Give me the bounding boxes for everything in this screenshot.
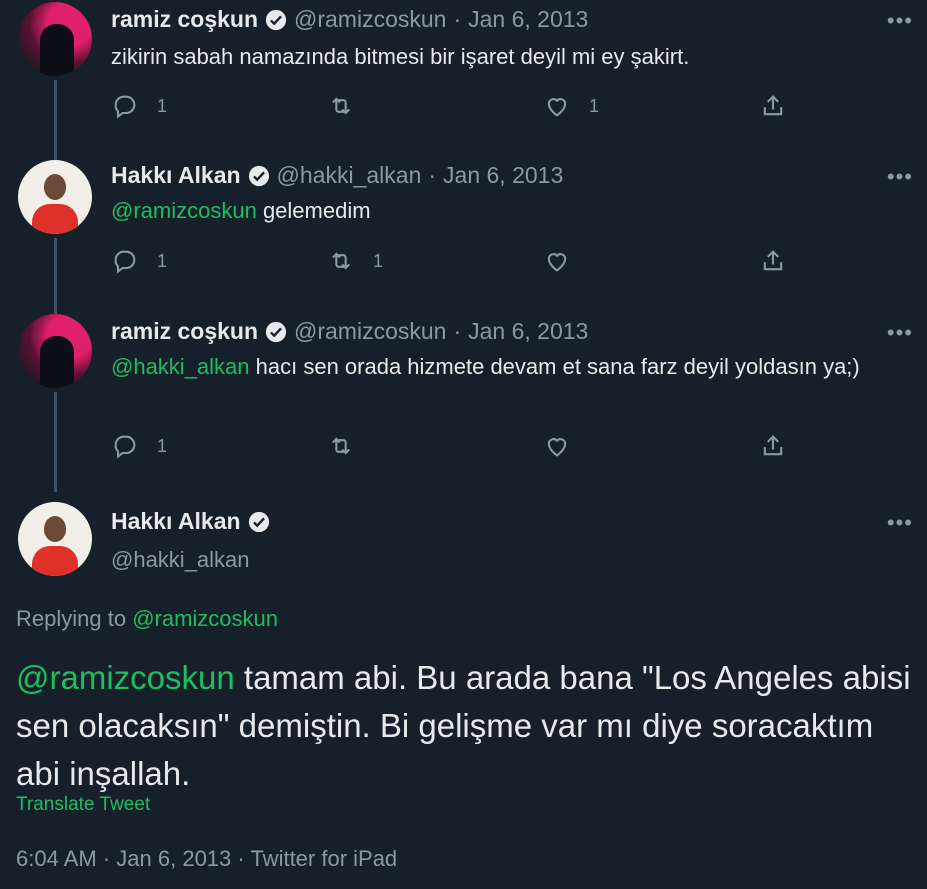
main-tweet-text: @ramizcoskun tamam abi. Bu arada bana "L…: [16, 654, 916, 798]
separator-dot: ·: [102, 846, 111, 871]
translate-tweet-link[interactable]: Translate Tweet: [16, 794, 150, 816]
separator-dot: ·: [237, 846, 245, 871]
replying-to: Replying to @ramizcoskun: [16, 606, 278, 632]
main-tweet: Hakkı Alkan @hakki_alkan ••• Replying to…: [0, 0, 927, 889]
more-options-icon[interactable]: •••: [887, 510, 913, 536]
avatar[interactable]: [18, 502, 92, 576]
mention-link[interactable]: @ramizcoskun: [16, 659, 235, 696]
author-handle[interactable]: @hakki_alkan: [111, 547, 277, 573]
author-name[interactable]: Hakkı Alkan: [111, 508, 241, 535]
main-tweet-header: Hakkı Alkan @hakki_alkan: [111, 508, 277, 573]
tweet-source[interactable]: Twitter for iPad: [250, 846, 397, 871]
replying-mention-link[interactable]: @ramizcoskun: [132, 606, 278, 631]
tweet-time[interactable]: 6:04 AM: [16, 846, 97, 871]
replying-prefix: Replying to: [16, 606, 133, 631]
verified-badge-icon: [248, 511, 269, 532]
tweet-timestamp: 6:04 AM · Jan 6, 2013 · Twitter for iPad: [16, 846, 397, 872]
tweet-date[interactable]: Jan 6, 2013: [116, 846, 231, 871]
